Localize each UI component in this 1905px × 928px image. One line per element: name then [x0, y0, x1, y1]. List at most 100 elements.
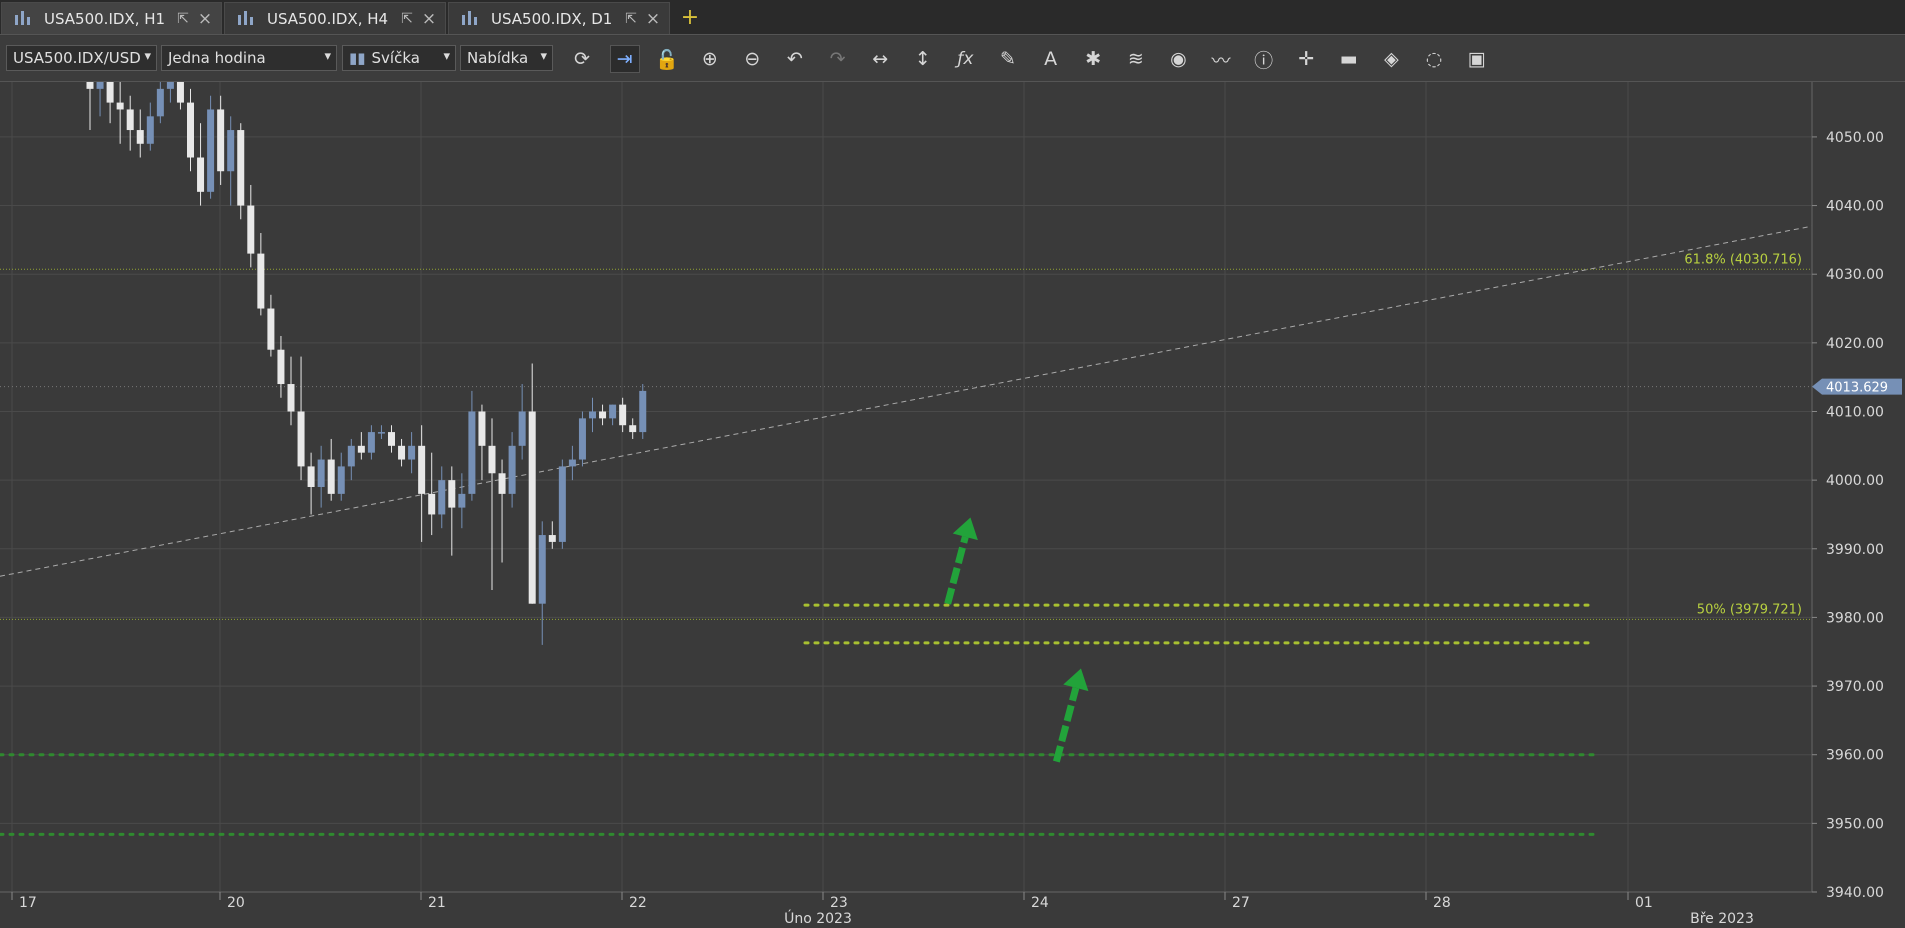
- candle-body: [398, 445, 406, 460]
- candle-body: [86, 82, 94, 89]
- chevron-down-icon: ▾: [443, 49, 450, 64]
- candle-body: [146, 116, 154, 144]
- candle-body: [377, 432, 385, 434]
- candle-body: [629, 425, 637, 433]
- candle-body: [408, 445, 416, 460]
- candle-body: [538, 535, 546, 604]
- auto-shift-icon[interactable]: ⇥: [609, 45, 640, 73]
- close-icon[interactable]: ×: [197, 9, 213, 29]
- month-label: Úno 2023: [784, 909, 852, 927]
- indicators-icon[interactable]: ƒx: [950, 45, 980, 73]
- candle-body: [518, 411, 526, 446]
- fill-icon[interactable]: ◈: [1376, 45, 1406, 73]
- candle: [207, 95, 215, 199]
- month-label: Bře 2023: [1690, 911, 1754, 927]
- candle-body: [166, 82, 174, 89]
- undo-icon[interactable]: ↶: [780, 45, 810, 73]
- add-chart-icon[interactable]: +: [678, 6, 702, 30]
- crosshair-icon[interactable]: ✛: [1291, 45, 1321, 73]
- chart-toolbar: USA500.IDX/USD ▾ Jedna hodina ▾ ▮▮ Svíčka ▾ …: [0, 36, 1905, 82]
- refresh-icon[interactable]: ⟳: [567, 45, 597, 73]
- vertical-stretch-icon[interactable]: ↕: [908, 45, 938, 73]
- chart-canvas[interactable]: 61.8% (4030.716)50% (3979.721) 4050.0040…: [0, 82, 1905, 928]
- tab-label: USA500.IDX, H1: [44, 9, 166, 28]
- candle-body: [639, 390, 647, 433]
- y-tick-label: 3950.00: [1826, 816, 1884, 832]
- chart-background: [0, 82, 1905, 928]
- popout-icon[interactable]: ⇱: [623, 11, 639, 27]
- candle: [237, 123, 245, 220]
- text-tool-icon[interactable]: A: [1036, 45, 1066, 73]
- candle-body: [428, 493, 436, 515]
- tab-usa500-h1[interactable]: USA500.IDX, H1 ⇱ ×: [1, 2, 222, 34]
- tab-label: USA500.IDX, H4: [267, 9, 389, 28]
- save-icon[interactable]: ▣: [1462, 45, 1492, 73]
- candle-body: [337, 466, 345, 494]
- eye-icon[interactable]: ◉: [1163, 45, 1193, 73]
- candle-body: [548, 535, 556, 542]
- y-tick-label: 4040.00: [1826, 199, 1884, 215]
- drawings-icon[interactable]: ✱: [1078, 45, 1108, 73]
- candle-body: [327, 459, 335, 494]
- info-icon[interactable]: ⓘ: [1249, 45, 1279, 73]
- zoom-out-icon[interactable]: ⊖: [737, 45, 767, 73]
- candle-body: [418, 445, 426, 494]
- y-tick-label: 3970.00: [1826, 679, 1884, 695]
- popout-icon[interactable]: ⇱: [175, 11, 191, 27]
- candle-body: [176, 82, 184, 103]
- candles-icon: [461, 10, 479, 27]
- candle-body: [277, 349, 285, 385]
- time-axis[interactable]: 17 20 21 22 23 24 27 28 01 Úno 2023 Bře 2023: [0, 891, 1812, 928]
- y-tick-label: 4030.00: [1826, 267, 1884, 283]
- x-tick-label: 20: [227, 895, 245, 911]
- chart-type-select[interactable]: ▮▮ Svíčka ▾: [342, 45, 456, 71]
- candle-body: [126, 109, 134, 131]
- candle-body: [357, 445, 365, 453]
- price-chart[interactable]: 61.8% (4030.716) 50% (3979.721) 4050.00 40…: [0, 82, 1905, 928]
- popout-icon[interactable]: ⇱: [399, 11, 415, 27]
- candles-icon: [14, 10, 32, 27]
- candle-body: [619, 404, 627, 426]
- x-tick-label: 27: [1232, 895, 1250, 911]
- candle-body: [106, 82, 114, 103]
- candle-body: [297, 411, 305, 467]
- y-tick-label: 3940.00: [1826, 885, 1884, 901]
- reset-icon[interactable]: ◌: [1419, 45, 1449, 73]
- y-tick-label: 4050.00: [1826, 130, 1884, 146]
- candle: [558, 459, 566, 549]
- instrument-select[interactable]: USA500.IDX/USD ▾: [6, 45, 157, 71]
- redo-icon[interactable]: ↷: [823, 45, 853, 73]
- candle-body: [317, 459, 325, 487]
- x-tick-label: 24: [1031, 895, 1049, 911]
- close-icon[interactable]: ×: [421, 9, 437, 29]
- x-tick-label: 17: [19, 895, 37, 911]
- ohlc-icon[interactable]: ▬: [1334, 45, 1364, 73]
- candle-body: [488, 445, 496, 474]
- layers-icon[interactable]: ≋: [1121, 45, 1151, 73]
- instrument-value: USA500.IDX/USD: [13, 49, 141, 67]
- candle-body: [227, 130, 235, 172]
- close-icon[interactable]: ×: [645, 9, 661, 29]
- candle-type-icon: ▮▮: [349, 49, 366, 67]
- offer-side-select[interactable]: Nabídka ▾: [460, 45, 553, 71]
- y-tick-label: 3980.00: [1826, 610, 1884, 626]
- price-axis[interactable]: 4050.00 4040.00 4030.00 4020.00 4010.00 4000.…: [1811, 82, 1905, 928]
- candle-body: [558, 466, 566, 542]
- x-tick-label: 01: [1635, 895, 1653, 911]
- zoom-in-icon[interactable]: ⊕: [695, 45, 725, 73]
- tab-usa500-d1[interactable]: USA500.IDX, D1 ⇱ ×: [448, 2, 670, 34]
- pen-icon[interactable]: ✎: [993, 45, 1023, 73]
- period-select[interactable]: Jedna hodina ▾: [161, 45, 337, 71]
- time-axis-bg: [0, 892, 1812, 928]
- candles-icon: [237, 10, 255, 27]
- y-tick-label: 3960.00: [1826, 748, 1884, 764]
- indicator-panel-icon[interactable]: 〰: [1206, 45, 1236, 73]
- horizontal-stretch-icon[interactable]: ↔: [865, 45, 895, 73]
- candle-body: [438, 480, 446, 515]
- fib-level-label: 50% (3979.721): [1697, 602, 1802, 617]
- y-tick-label: 3990.00: [1826, 542, 1884, 558]
- candle-body: [347, 445, 355, 467]
- candle-body: [568, 459, 576, 467]
- tab-usa500-h4[interactable]: USA500.IDX, H4 ⇱ ×: [224, 2, 446, 34]
- unlock-icon[interactable]: 🔓: [652, 45, 682, 73]
